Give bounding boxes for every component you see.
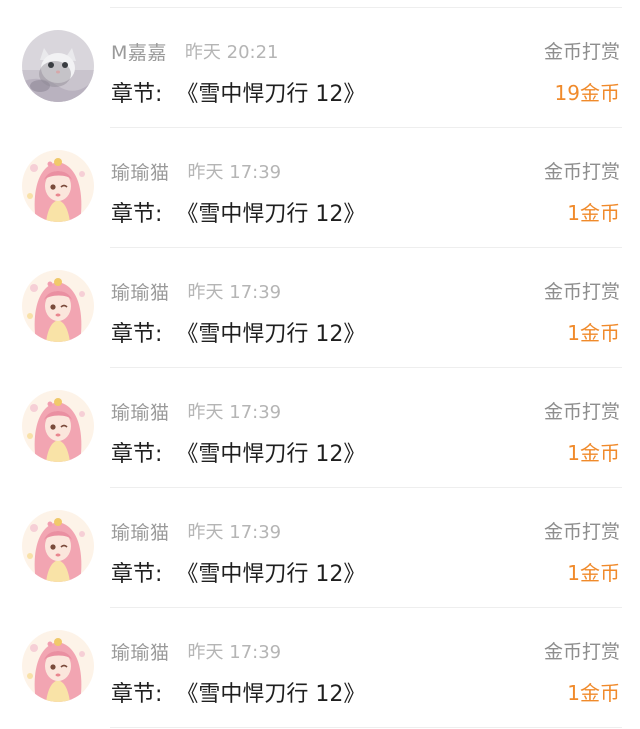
chapter-info: 章节: 《雪中悍刀行 12》 xyxy=(111,554,365,590)
username[interactable]: 瑜瑜猫 xyxy=(111,518,170,545)
chapter-label: 章节: xyxy=(111,442,163,467)
reward-type: 金币打赏 xyxy=(543,41,620,63)
chapter-title[interactable]: 《雪中悍刀行 12》 xyxy=(176,316,365,348)
coin-amount: 19金币 xyxy=(554,81,620,105)
timestamp: 昨天 17:39 xyxy=(187,642,282,663)
reward-type: 金币打赏 xyxy=(543,161,620,183)
chapter-label: 章节: xyxy=(111,322,163,347)
timestamp: 昨天 17:39 xyxy=(187,522,282,543)
chapter-title[interactable]: 《雪中悍刀行 12》 xyxy=(176,76,365,108)
coin-amount: 1金币 xyxy=(567,561,620,585)
anime-girl-avatar[interactable] xyxy=(22,150,94,222)
reward-list-item[interactable]: M嘉嘉 昨天 20:21 章节: 《雪中悍刀行 12》 金币打赏 19金币 xyxy=(0,8,640,128)
anime-girl-avatar[interactable] xyxy=(22,510,94,582)
username[interactable]: 瑜瑜猫 xyxy=(111,278,170,305)
coin-amount: 1金币 xyxy=(567,201,620,225)
timestamp: 昨天 17:39 xyxy=(187,282,282,303)
coin-amount: 1金币 xyxy=(567,321,620,345)
chapter-info: 章节: 《雪中悍刀行 12》 xyxy=(111,674,365,710)
chapter-title[interactable]: 《雪中悍刀行 12》 xyxy=(176,676,365,708)
sender-meta: 瑜瑜猫 昨天 17:39 xyxy=(111,516,281,546)
list-divider xyxy=(110,727,622,728)
chapter-label: 章节: xyxy=(111,82,163,107)
coin-amount: 1金币 xyxy=(567,441,620,465)
username[interactable]: 瑜瑜猫 xyxy=(111,398,170,425)
chapter-title[interactable]: 《雪中悍刀行 12》 xyxy=(176,436,365,468)
cat-avatar[interactable] xyxy=(22,30,94,102)
timestamp: 昨天 17:39 xyxy=(187,162,282,183)
reward-list-item[interactable]: 瑜瑜猫 昨天 17:39 章节: 《雪中悍刀行 12》 金币打赏 1金币 xyxy=(0,488,640,608)
chapter-info: 章节: 《雪中悍刀行 12》 xyxy=(111,74,365,110)
anime-girl-avatar[interactable] xyxy=(22,390,94,462)
sender-meta: 瑜瑜猫 昨天 17:39 xyxy=(111,636,281,666)
username[interactable]: 瑜瑜猫 xyxy=(111,638,170,665)
sender-meta: 瑜瑜猫 昨天 17:39 xyxy=(111,276,281,306)
sender-meta: 瑜瑜猫 昨天 17:39 xyxy=(111,396,281,426)
chapter-label: 章节: xyxy=(111,202,163,227)
chapter-label: 章节: xyxy=(111,682,163,707)
reward-type: 金币打赏 xyxy=(543,641,620,663)
chapter-label: 章节: xyxy=(111,562,163,587)
reward-type: 金币打赏 xyxy=(543,521,620,543)
reward-list-item[interactable]: 瑜瑜猫 昨天 17:39 章节: 《雪中悍刀行 12》 金币打赏 1金币 xyxy=(0,128,640,248)
timestamp: 昨天 17:39 xyxy=(187,402,282,423)
chapter-info: 章节: 《雪中悍刀行 12》 xyxy=(111,194,365,230)
anime-girl-avatar[interactable] xyxy=(22,630,94,702)
reward-type: 金币打赏 xyxy=(543,401,620,423)
chapter-title[interactable]: 《雪中悍刀行 12》 xyxy=(176,556,365,588)
reward-list-item[interactable]: 瑜瑜猫 昨天 17:39 章节: 《雪中悍刀行 12》 金币打赏 1金币 xyxy=(0,248,640,368)
reward-list-item[interactable]: 瑜瑜猫 昨天 17:39 章节: 《雪中悍刀行 12》 金币打赏 1金币 xyxy=(0,368,640,488)
chapter-info: 章节: 《雪中悍刀行 12》 xyxy=(111,314,365,350)
reward-record-list: M嘉嘉 昨天 20:21 章节: 《雪中悍刀行 12》 金币打赏 19金币 瑜瑜… xyxy=(0,0,640,729)
reward-list-item[interactable]: 瑜瑜猫 昨天 17:39 章节: 《雪中悍刀行 12》 金币打赏 1金币 xyxy=(0,608,640,728)
timestamp: 昨天 20:21 xyxy=(184,42,279,63)
username[interactable]: M嘉嘉 xyxy=(111,38,167,65)
sender-meta: 瑜瑜猫 昨天 17:39 xyxy=(111,156,281,186)
username[interactable]: 瑜瑜猫 xyxy=(111,158,170,185)
chapter-title[interactable]: 《雪中悍刀行 12》 xyxy=(176,196,365,228)
reward-type: 金币打赏 xyxy=(543,281,620,303)
chapter-info: 章节: 《雪中悍刀行 12》 xyxy=(111,434,365,470)
sender-meta: M嘉嘉 昨天 20:21 xyxy=(111,36,279,66)
anime-girl-avatar[interactable] xyxy=(22,270,94,342)
coin-amount: 1金币 xyxy=(567,681,620,705)
